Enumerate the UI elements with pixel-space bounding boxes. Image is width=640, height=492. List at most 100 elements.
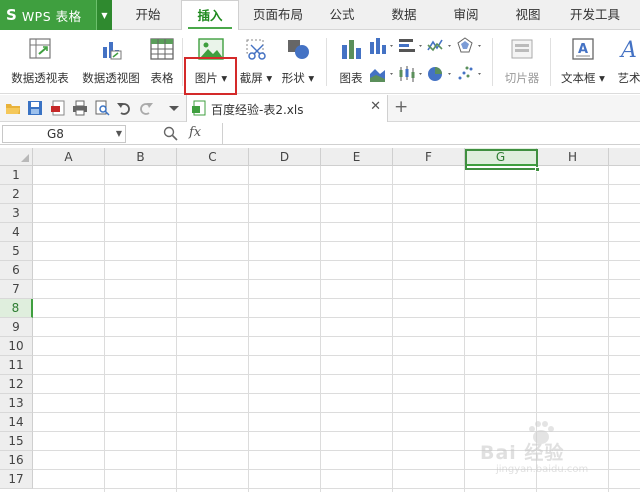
column-header[interactable]: A	[33, 148, 105, 166]
print-icon[interactable]	[72, 100, 88, 116]
picture-button-highlight	[184, 57, 237, 95]
table-label: 表格	[150, 71, 174, 85]
baidu-jingyan-watermark: Bai 经验 jingyan.baidu.com	[470, 420, 630, 480]
tab-formulas[interactable]: 公式	[318, 0, 366, 30]
pivot-table-button[interactable]: 数据透视表	[6, 34, 74, 90]
name-box[interactable]: G8 ▼	[2, 125, 126, 143]
row-header[interactable]: 5	[0, 242, 33, 261]
shapes-icon	[288, 40, 309, 59]
column-header[interactable]: C	[177, 148, 249, 166]
wordart-icon: A	[619, 38, 637, 61]
ribbon-separator	[182, 38, 183, 86]
stock-chart-icon[interactable]	[397, 64, 425, 84]
redo-icon[interactable]	[138, 100, 154, 116]
textbox-label: 文本框 ▾	[561, 71, 605, 85]
tab-home[interactable]: 开始	[122, 0, 174, 30]
shapes-label: 形状 ▾	[281, 71, 315, 85]
screenshot-label: 截屏 ▾	[239, 71, 273, 85]
file-tab[interactable]: 百度经验-表2.xls ✕	[186, 95, 388, 122]
formula-input[interactable]	[222, 123, 640, 145]
tab-developer[interactable]: 开发工具	[562, 0, 628, 30]
row-header[interactable]: 12	[0, 375, 33, 394]
column-header[interactable]: F	[393, 148, 465, 166]
formula-bar: G8 ▼ fx	[0, 123, 640, 145]
column-header[interactable]: E	[321, 148, 393, 166]
row-header[interactable]: 16	[0, 451, 33, 470]
slicer-button[interactable]: 切片器	[500, 34, 544, 90]
open-folder-icon[interactable]	[5, 100, 21, 116]
row-header[interactable]: 6	[0, 261, 33, 280]
chart-label: 图表	[339, 71, 363, 85]
row-header[interactable]: 15	[0, 432, 33, 451]
tab-page-layout[interactable]: 页面布局	[246, 0, 310, 30]
wordart-button[interactable]: A 艺术	[612, 34, 640, 90]
row-header[interactable]: 14	[0, 413, 33, 432]
app-title: WPS 表格	[21, 8, 82, 24]
row-header[interactable]: 2	[0, 185, 33, 204]
select-all-corner[interactable]	[0, 148, 33, 166]
bar-horizontal-chart-icon[interactable]	[397, 36, 425, 56]
column-header[interactable]: B	[105, 148, 177, 166]
find-zoom-icon[interactable]	[163, 126, 178, 141]
row-header[interactable]: 17	[0, 470, 33, 489]
tab-insert[interactable]: 插入	[181, 0, 239, 31]
row-header[interactable]: 13	[0, 394, 33, 413]
textbox-icon: A	[572, 38, 594, 60]
row-header[interactable]: 10	[0, 337, 33, 356]
row-header[interactable]: 1	[0, 166, 33, 185]
export-pdf-icon[interactable]	[50, 100, 66, 116]
column-header[interactable]: D	[249, 148, 321, 166]
ribbon-separator	[326, 38, 327, 86]
ribbon-separator	[550, 38, 551, 86]
svg-text:A: A	[578, 42, 588, 57]
spreadsheet-file-icon	[192, 100, 206, 116]
slicer-label: 切片器	[504, 71, 540, 85]
save-icon[interactable]	[27, 100, 43, 116]
new-tab-plus-icon[interactable]: +	[394, 97, 408, 117]
table-icon	[150, 38, 174, 60]
insert-function-icon[interactable]: fx	[189, 125, 201, 140]
chart-button[interactable]: 图表	[332, 34, 370, 90]
pie-chart-icon[interactable]	[426, 64, 454, 84]
pivot-chart-icon	[103, 42, 122, 60]
customize-toolbar-dropdown-icon[interactable]	[166, 100, 182, 116]
radar-chart-icon[interactable]	[456, 36, 484, 56]
tab-view[interactable]: 视图	[504, 0, 552, 30]
screenshot-button[interactable]: 截屏 ▾	[238, 34, 274, 90]
app-menu-dropdown-icon[interactable]: ▼	[96, 0, 112, 30]
row-header[interactable]: 7	[0, 280, 33, 299]
row-header[interactable]: 9	[0, 318, 33, 337]
pivot-table-icon	[29, 38, 51, 59]
row-header[interactable]: 4	[0, 223, 33, 242]
fill-handle[interactable]	[535, 167, 540, 172]
textbox-button[interactable]: A 文本框 ▾	[556, 34, 610, 90]
ribbon-separator	[492, 38, 493, 86]
bar-chart-icon	[342, 40, 361, 59]
ribbon-insert: 数据透视表 数据透视图 表格 图片 ▾ 截屏 ▾ 形状 ▾ 图表 切片器 A 文…	[0, 30, 640, 123]
column-chart-icon[interactable]	[368, 36, 396, 56]
table-button[interactable]: 表格	[146, 34, 178, 90]
active-cell[interactable]	[465, 149, 540, 172]
column-header[interactable]: H	[537, 148, 609, 166]
scatter-chart-icon[interactable]	[456, 64, 484, 84]
slicer-icon	[511, 39, 533, 59]
menu-bar: S WPS 表格 ▼ 开始 插入 页面布局 公式 数据 审阅 视图 开发工具	[0, 0, 640, 31]
line-chart-icon[interactable]	[426, 36, 454, 56]
file-tab-name: 百度经验-表2.xls	[211, 103, 304, 117]
column-header[interactable]	[609, 148, 640, 166]
tab-review[interactable]: 审阅	[442, 0, 490, 30]
row-header[interactable]: 11	[0, 356, 33, 375]
close-tab-icon[interactable]: ✕	[370, 99, 381, 114]
pivot-chart-button[interactable]: 数据透视图	[78, 34, 144, 90]
undo-icon[interactable]	[116, 100, 132, 116]
wordart-label: 艺术	[617, 71, 640, 85]
name-box-dropdown-icon[interactable]: ▼	[116, 129, 122, 138]
area-chart-icon[interactable]	[368, 64, 396, 84]
wps-spreadsheet-window: S WPS 表格 ▼ 开始 插入 页面布局 公式 数据 审阅 视图 开发工具 数…	[0, 0, 640, 492]
row-header[interactable]: 3	[0, 204, 33, 223]
row-header-selected[interactable]: 8	[0, 299, 33, 318]
print-preview-icon[interactable]	[94, 100, 110, 116]
tab-data[interactable]: 数据	[380, 0, 428, 30]
watermark-text: Bai 经验	[480, 442, 565, 464]
shapes-button[interactable]: 形状 ▾	[280, 34, 316, 90]
